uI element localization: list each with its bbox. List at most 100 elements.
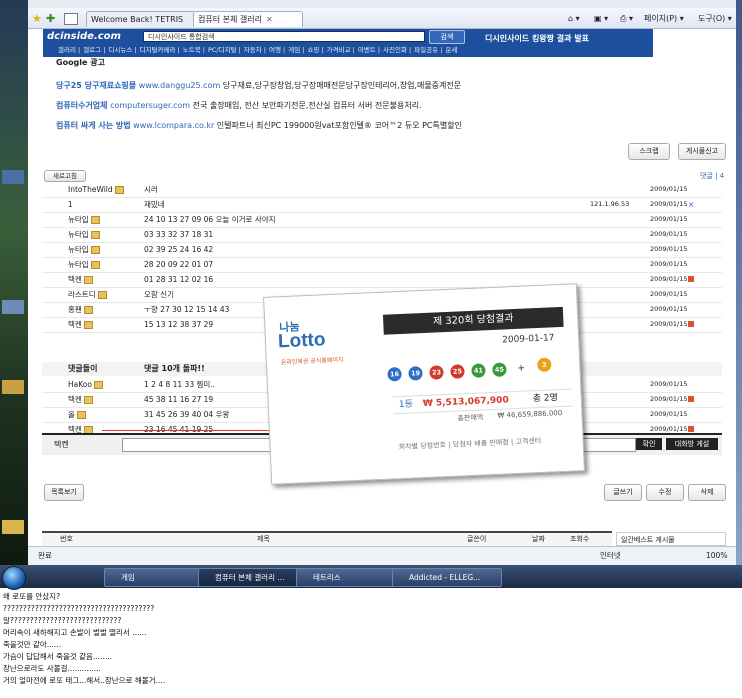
gallog-icon bbox=[90, 231, 100, 239]
edit-button[interactable]: 수정 bbox=[646, 484, 684, 501]
gallog-icon bbox=[114, 186, 124, 194]
write-button[interactable]: 글쓰기 bbox=[604, 484, 642, 501]
site-logo[interactable]: dcinside.com bbox=[47, 31, 135, 43]
board-table-header: 번호 제목 글쓴이 날짜 조회수 bbox=[42, 531, 612, 546]
nav-link[interactable]: 갤로그 | bbox=[83, 46, 105, 54]
nav-link[interactable]: 자동차 | bbox=[244, 46, 266, 54]
comment-author[interactable]: 1 bbox=[68, 197, 73, 212]
report-post-button[interactable]: 게시물신고 bbox=[678, 143, 726, 160]
comment-author: 텍켄 bbox=[54, 440, 69, 449]
search-input[interactable]: 디시인사이드 통합검색 bbox=[143, 31, 425, 42]
add-favorite-icon[interactable]: ✚ bbox=[46, 12, 55, 25]
comment-text: 오함 신기 bbox=[144, 290, 174, 299]
gallog-icon bbox=[93, 381, 103, 389]
ad-item[interactable]: 컴퓨터수거업체 computersuger.com 전국 출장매입, 전산 보안… bbox=[56, 100, 422, 111]
nav-link[interactable]: 운세 bbox=[445, 46, 457, 54]
zoom-level[interactable]: 100% bbox=[706, 547, 727, 565]
comment-text: 시러 bbox=[144, 185, 158, 194]
lotto-ball: 25 bbox=[450, 364, 465, 379]
nav-link[interactable]: 파일공유 | bbox=[414, 46, 442, 54]
lotto-links[interactable]: 회차별 당첨번호 | 당첨자 배출 판매점 | 고객센터 bbox=[399, 436, 542, 452]
scrap-button[interactable]: 스크랩 bbox=[628, 143, 670, 160]
page-menu-button[interactable]: 페이지(P) ▾ bbox=[644, 12, 684, 25]
comment-author[interactable]: HaKoo bbox=[68, 377, 103, 392]
lotto-ball: 19 bbox=[408, 366, 423, 381]
comment-text: 31 45 26 39 40 04 우왕 bbox=[144, 410, 230, 419]
post-line: 죽을것만 같아...... bbox=[3, 640, 62, 649]
tab-tetris[interactable]: Welcome Back! TETRIS bbox=[86, 11, 196, 27]
nav-link[interactable]: 게임 | bbox=[288, 46, 304, 54]
comment-ip: 121.1.96.53 bbox=[590, 200, 630, 208]
comment-count: 댓글 | 4 bbox=[700, 172, 725, 180]
desktop-icon[interactable] bbox=[2, 300, 24, 314]
nav-link[interactable]: 디지털카메라 | bbox=[140, 46, 180, 54]
list-button[interactable]: 목록보기 bbox=[44, 484, 84, 501]
taskbar: 게임 컴퓨터 본체 갤러리 ... 테트리스 Addicted - ELLEG.… bbox=[0, 565, 742, 590]
nav-link[interactable]: 여행 | bbox=[269, 46, 285, 54]
chat-room-button[interactable]: 대화방 게설 bbox=[666, 438, 718, 450]
delete-comment-icon[interactable] bbox=[688, 396, 694, 402]
promo-banner[interactable]: 디시인사이드 킹왕짱 결과 발표 bbox=[485, 33, 589, 44]
notice-text: 댓글 10개 돌파!! bbox=[144, 364, 205, 373]
folder-icon[interactable] bbox=[2, 520, 24, 534]
ad-item[interactable]: 당구25 당구재료쇼핑몰 www.danggu25.com 당구재료,당구장창업… bbox=[56, 80, 461, 91]
home-icon[interactable]: ⌂ ▾ bbox=[568, 12, 580, 25]
delete-button[interactable]: 삭제 bbox=[688, 484, 726, 501]
post-line: ?????????????????????????????????????? bbox=[3, 604, 155, 613]
favorites-star-icon[interactable]: ★ bbox=[32, 12, 42, 25]
comment-author[interactable]: 홍팬 bbox=[68, 302, 93, 317]
best-posts-box[interactable]: 일간베스트 게시물 bbox=[616, 532, 726, 546]
lotto-ball: 41 bbox=[471, 363, 486, 378]
comment-author[interactable]: 뉴타입 bbox=[68, 227, 100, 242]
nav-link[interactable]: 사진인화 | bbox=[383, 46, 411, 54]
comment-author[interactable]: 라스트디 bbox=[68, 287, 107, 302]
comment-author[interactable]: IntoTheWild bbox=[68, 182, 124, 197]
comment-author[interactable]: 뉴타입 bbox=[68, 212, 100, 227]
comment-author[interactable]: 텍켄 bbox=[68, 317, 93, 332]
close-icon[interactable]: ✕ bbox=[266, 15, 273, 24]
tools-menu-button[interactable]: 도구(O) ▾ bbox=[698, 12, 732, 25]
print-icon[interactable]: ⎙ ▾ bbox=[620, 12, 633, 25]
col-number: 번호 bbox=[60, 535, 73, 543]
ad-item[interactable]: 컴퓨터 싸게 사는 방법 www.lcompara.co.kr 인텔파트너 최신… bbox=[56, 120, 462, 131]
post-line: 왜 로또를 안샀지? bbox=[3, 592, 61, 601]
refresh-button[interactable]: 새로고침 bbox=[44, 170, 86, 182]
taskbar-item[interactable]: Addicted - ELLEG... bbox=[392, 568, 502, 587]
comment-row: 뉴타입 02 39 25 24 16 42 2009/01/15 bbox=[42, 242, 722, 258]
comment-date: 2009/01/15 bbox=[650, 260, 688, 268]
comment-author[interactable]: 텍켄 bbox=[68, 272, 93, 287]
comment-author[interactable]: 뉴타입 bbox=[68, 257, 100, 272]
nav-link[interactable]: 디시뉴스 | bbox=[108, 46, 136, 54]
quick-tabs-icon[interactable] bbox=[64, 13, 78, 25]
desktop-icon[interactable] bbox=[2, 170, 24, 184]
taskbar-item[interactable]: 게임 bbox=[104, 568, 212, 587]
feeds-icon[interactable]: ▣ ▾ bbox=[594, 12, 608, 25]
search-button[interactable]: 검색 bbox=[429, 30, 465, 44]
delete-comment-icon[interactable] bbox=[688, 276, 694, 282]
delete-comment-icon[interactable] bbox=[688, 321, 694, 327]
desktop-icon[interactable] bbox=[2, 380, 24, 394]
lotto-total-label: 총판매액 bbox=[457, 413, 484, 423]
nav-link[interactable]: 가격비교 | bbox=[327, 46, 355, 54]
delete-comment-icon[interactable] bbox=[688, 426, 694, 432]
comment-author[interactable]: 올 bbox=[68, 407, 86, 422]
confirm-button[interactable]: 확인 bbox=[636, 438, 662, 450]
lotto-tagline: 온라인복권 공식홈페이지 bbox=[280, 356, 344, 367]
comment-author[interactable]: 텍켄 bbox=[68, 392, 93, 407]
comment-text: 28 20 09 22 01 07 bbox=[144, 260, 214, 269]
nav-link[interactable]: 갤러리 | bbox=[58, 46, 80, 54]
nav-link[interactable]: 노트북 | bbox=[183, 46, 205, 54]
desktop-background bbox=[0, 0, 28, 565]
comment-date: 2009/01/15 bbox=[650, 245, 688, 253]
taskbar-item[interactable]: 테트리스 bbox=[296, 568, 406, 587]
delete-comment-icon[interactable]: × bbox=[688, 197, 694, 209]
nav-link[interactable]: 이벤트 | bbox=[358, 46, 380, 54]
nav-link[interactable]: 쇼핑 | bbox=[307, 46, 323, 54]
comment-date: 2009/01/15 bbox=[650, 215, 688, 223]
comment-author[interactable]: 뉴타입 bbox=[68, 242, 100, 257]
tab-gallery[interactable]: 컴퓨터 본체 갤러리 ✕ bbox=[193, 11, 303, 27]
nav-link[interactable]: PC/디지털 | bbox=[208, 46, 241, 54]
taskbar-item[interactable]: 컴퓨터 본체 갤러리 ... bbox=[198, 568, 310, 587]
start-button[interactable] bbox=[2, 566, 26, 590]
gallog-icon bbox=[83, 306, 93, 314]
